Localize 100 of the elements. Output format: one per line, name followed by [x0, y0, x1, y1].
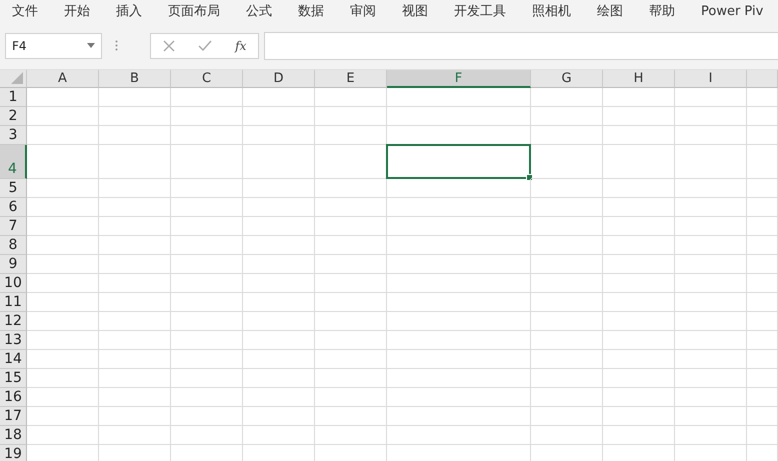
empty-cell[interactable] — [315, 274, 387, 293]
empty-cell[interactable] — [171, 274, 243, 293]
column-header[interactable]: A — [27, 70, 99, 88]
empty-cell[interactable] — [99, 331, 171, 350]
empty-cell[interactable] — [675, 198, 747, 217]
insert-function-button[interactable]: fx — [235, 38, 246, 52]
empty-cell[interactable] — [171, 126, 243, 145]
empty-cell[interactable] — [675, 350, 747, 369]
empty-cell[interactable] — [99, 88, 171, 107]
empty-cell[interactable] — [603, 145, 675, 179]
empty-cell[interactable] — [603, 126, 675, 145]
row-header[interactable]: 12 — [0, 312, 27, 331]
empty-cell[interactable] — [99, 255, 171, 274]
empty-cell[interactable] — [171, 198, 243, 217]
row-header[interactable]: 14 — [0, 350, 27, 369]
empty-cell[interactable] — [315, 293, 387, 312]
empty-cell[interactable] — [747, 350, 778, 369]
empty-cell[interactable] — [531, 145, 603, 179]
empty-cell[interactable] — [747, 293, 778, 312]
empty-cell[interactable] — [531, 407, 603, 426]
empty-cell[interactable] — [603, 293, 675, 312]
empty-cell[interactable] — [675, 426, 747, 445]
empty-cell[interactable] — [99, 274, 171, 293]
ribbon-tab[interactable]: 视图 — [402, 2, 428, 20]
ribbon-tab[interactable]: 插入 — [116, 2, 142, 20]
formula-input[interactable] — [264, 32, 778, 60]
empty-cell[interactable] — [531, 331, 603, 350]
empty-cell[interactable] — [531, 312, 603, 331]
empty-cell[interactable] — [675, 179, 747, 198]
empty-cell[interactable] — [387, 274, 531, 293]
empty-cell[interactable] — [603, 107, 675, 126]
empty-cell[interactable] — [315, 426, 387, 445]
ribbon-tab[interactable]: 照相机 — [532, 2, 571, 20]
row-header[interactable]: 11 — [0, 293, 27, 312]
empty-cell[interactable] — [99, 217, 171, 236]
empty-cell[interactable] — [675, 407, 747, 426]
empty-cell[interactable] — [99, 388, 171, 407]
empty-cell[interactable] — [243, 217, 315, 236]
empty-cell[interactable] — [531, 255, 603, 274]
column-header[interactable]: B — [99, 70, 171, 88]
empty-cell[interactable] — [171, 217, 243, 236]
empty-cell[interactable] — [675, 126, 747, 145]
row-header[interactable]: 8 — [0, 236, 27, 255]
empty-cell[interactable] — [315, 107, 387, 126]
empty-cell[interactable] — [315, 88, 387, 107]
cancel-icon[interactable] — [162, 40, 175, 52]
empty-cell[interactable] — [747, 198, 778, 217]
empty-cell[interactable] — [99, 350, 171, 369]
empty-cell[interactable] — [603, 217, 675, 236]
column-header[interactable]: I — [675, 70, 747, 88]
ribbon-tab[interactable]: 开始 — [64, 2, 90, 20]
empty-cell[interactable] — [747, 217, 778, 236]
row-header[interactable]: 10 — [0, 274, 27, 293]
empty-cell[interactable] — [315, 388, 387, 407]
empty-cell[interactable] — [747, 274, 778, 293]
empty-cell[interactable] — [243, 107, 315, 126]
empty-cell[interactable] — [315, 331, 387, 350]
empty-cell[interactable] — [531, 350, 603, 369]
empty-cell[interactable] — [99, 369, 171, 388]
empty-cell[interactable] — [315, 369, 387, 388]
empty-cell[interactable] — [747, 179, 778, 198]
empty-cell[interactable] — [531, 126, 603, 145]
empty-cell[interactable] — [243, 388, 315, 407]
selected-cell[interactable] — [386, 144, 531, 179]
column-header[interactable]: H — [603, 70, 675, 88]
empty-cell[interactable] — [171, 407, 243, 426]
empty-cell[interactable] — [747, 107, 778, 126]
empty-cell[interactable] — [387, 407, 531, 426]
empty-cell[interactable] — [387, 331, 531, 350]
empty-cell[interactable] — [675, 145, 747, 179]
empty-cell[interactable] — [531, 217, 603, 236]
empty-cell[interactable] — [747, 236, 778, 255]
empty-cell[interactable] — [603, 407, 675, 426]
empty-cell[interactable] — [747, 145, 778, 179]
row-header[interactable]: 1 — [0, 88, 27, 107]
empty-cell[interactable] — [531, 88, 603, 107]
ribbon-tab[interactable]: 文件 — [12, 2, 38, 20]
empty-cell[interactable] — [99, 198, 171, 217]
empty-cell[interactable] — [171, 179, 243, 198]
empty-cell[interactable] — [243, 293, 315, 312]
column-header[interactable]: D — [243, 70, 315, 88]
empty-cell[interactable] — [243, 88, 315, 107]
empty-cell[interactable] — [747, 426, 778, 445]
row-header[interactable]: 4 — [0, 145, 27, 179]
empty-cell[interactable] — [747, 331, 778, 350]
empty-cell[interactable] — [243, 255, 315, 274]
name-box[interactable]: F4 — [5, 32, 102, 58]
column-header[interactable] — [747, 70, 778, 88]
empty-cell[interactable] — [531, 369, 603, 388]
column-header[interactable]: F — [387, 70, 531, 88]
empty-cell[interactable] — [243, 179, 315, 198]
column-header[interactable]: E — [315, 70, 387, 88]
ribbon-tab[interactable]: 开发工具 — [454, 2, 506, 20]
empty-cell[interactable] — [171, 426, 243, 445]
empty-cell[interactable] — [171, 293, 243, 312]
empty-cell[interactable] — [387, 426, 531, 445]
empty-cell[interactable] — [171, 331, 243, 350]
empty-cell[interactable] — [99, 312, 171, 331]
empty-cell[interactable] — [315, 198, 387, 217]
select-all-icon[interactable] — [11, 72, 23, 84]
